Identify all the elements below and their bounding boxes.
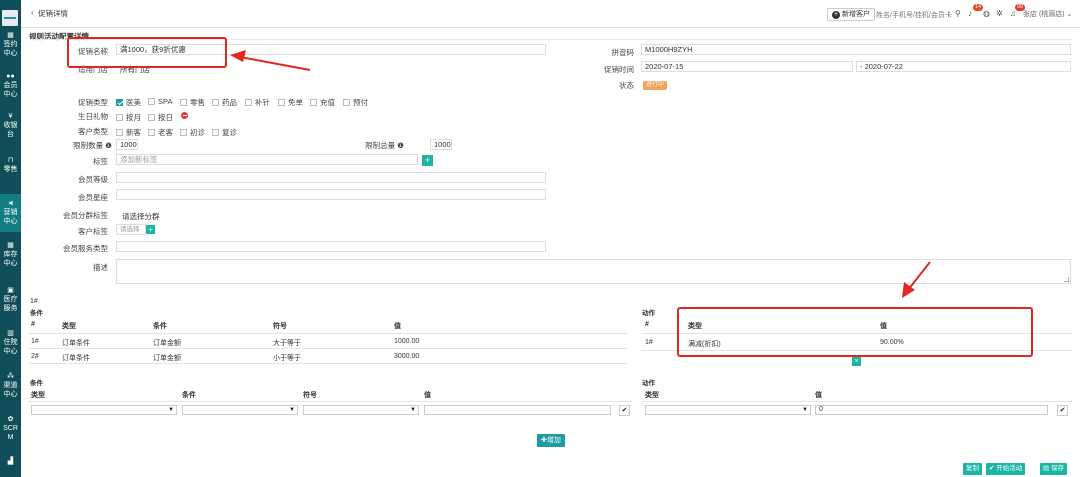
annotation-arrow-2	[902, 261, 931, 298]
annotation-arrow-1	[230, 50, 311, 71]
annotation-arrows	[230, 50, 931, 298]
